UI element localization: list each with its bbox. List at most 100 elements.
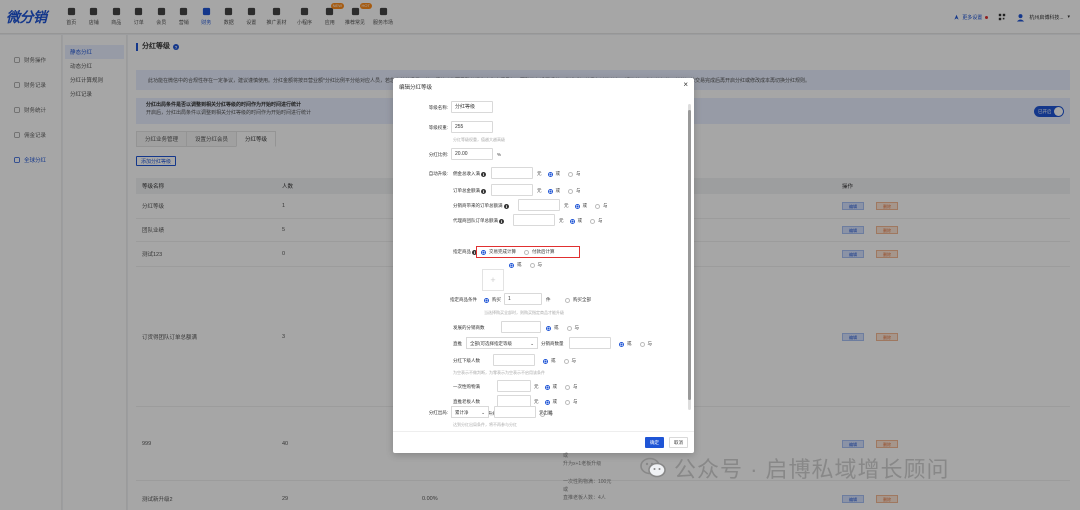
radio-and[interactable] <box>568 171 573 177</box>
radio-or[interactable] <box>569 218 575 224</box>
condition-radio[interactable]: 元或与 <box>564 203 608 209</box>
condition-label-wrap: 佣金总收入满 <box>453 171 486 177</box>
extra-line: 升为x+1老板升级 <box>563 461 602 467</box>
modal-title: 编辑分红等级 <box>399 85 433 91</box>
radio-and[interactable] <box>639 341 645 347</box>
condition-input[interactable] <box>518 199 560 211</box>
condition-radio[interactable]: 元或与 <box>537 188 581 194</box>
radio-and[interactable] <box>565 399 570 405</box>
modal-scrollbar[interactable] <box>688 104 691 410</box>
radio-or[interactable] <box>546 325 551 331</box>
condition-label-wrap: 订单总金额满 <box>453 188 486 194</box>
and-label: 与 <box>647 341 653 346</box>
info-icon <box>499 218 504 224</box>
radio-or[interactable] <box>619 341 624 347</box>
level-weight-input[interactable]: 255 <box>451 121 493 133</box>
radio-and[interactable] <box>565 384 570 390</box>
goods-cond-label: 指定商品条件 <box>450 297 477 302</box>
radio-or[interactable] <box>543 358 548 364</box>
exit-amount-input[interactable] <box>494 406 536 418</box>
info-icon <box>481 188 486 194</box>
ratio-label: 分红比例: <box>428 152 448 157</box>
extra-line: 或 <box>563 487 569 493</box>
radio-or[interactable] <box>547 171 553 177</box>
info-icon <box>481 171 486 177</box>
radio-and[interactable] <box>566 325 572 331</box>
condition-input[interactable] <box>491 184 533 196</box>
condition-label-wrap: 代理商团队订单总额满 <box>453 218 504 224</box>
exit-hint: 达到分红出局条件，将不再参与分红 <box>453 422 517 427</box>
develop-input[interactable] <box>501 321 541 333</box>
condition-input[interactable] <box>513 214 555 226</box>
direct-count-input[interactable] <box>569 337 611 349</box>
close-icon[interactable]: × <box>683 80 688 89</box>
or-label: 或 <box>582 203 588 208</box>
condition-input[interactable] <box>491 167 533 179</box>
direct-level-select[interactable]: 全部(可选择指定等级 ⌄ <box>466 337 538 349</box>
radio-or[interactable] <box>509 262 514 268</box>
boss-or-and-radio[interactable]: 元 或 与 <box>534 399 578 405</box>
extra-line: 一次性购物满：100元 <box>563 479 612 485</box>
radio-buy-all[interactable] <box>565 297 570 303</box>
edit-level-modal: 编辑分红等级 × 等级名称: 分红等级 等级权重: 255 分红等级权重，值越大… <box>393 78 694 453</box>
cancel-button[interactable]: 取消 <box>669 437 688 448</box>
ratio-input[interactable]: 20.00 <box>451 148 493 160</box>
condition-unit: 元 <box>537 171 542 176</box>
direct-select-value: 全部(可选择指定等级 <box>470 341 512 346</box>
ratio-unit: % <box>497 152 502 157</box>
radio-and[interactable] <box>529 262 535 268</box>
radio-or[interactable] <box>574 203 580 209</box>
buy-unit: 件 <box>546 297 551 302</box>
and-label: 与 <box>537 262 543 267</box>
exit-type-select[interactable]: 累计净 ⌄ <box>451 406 489 418</box>
sub-or-and-radio[interactable]: 或 与 <box>543 358 576 364</box>
or-label: 或 <box>555 171 561 176</box>
condition-radio[interactable]: 元或与 <box>559 218 603 224</box>
direct-or-and-radio[interactable]: 或 与 <box>619 341 652 347</box>
and-label: 与 <box>573 384 578 389</box>
and-label: 与 <box>576 171 581 176</box>
watermark-text: 公众号 · 启博私域增长顾问 <box>674 457 950 482</box>
condition-unit: 元 <box>559 218 564 223</box>
and-label: 与 <box>603 203 608 208</box>
buy-quantity-input[interactable]: 1 <box>504 293 542 305</box>
level-weight-hint: 分红等级权重，值越大越高级 <box>453 137 505 142</box>
scrollbar-thumb[interactable] <box>688 110 691 400</box>
radio-or[interactable] <box>544 399 550 405</box>
boss-count-label: 直推老板人数 <box>453 399 480 404</box>
or-label: 或 <box>517 262 522 267</box>
extra-line: 直推老板人数：4人 <box>563 495 606 501</box>
level-weight-label: 等级权重: <box>428 125 448 130</box>
radio-buy[interactable] <box>484 297 489 303</box>
once-unit: 元 <box>534 384 539 389</box>
condition-label: 订单总金额满 <box>453 188 480 193</box>
condition-radio[interactable]: 元或与 <box>537 171 581 177</box>
sub-count-input[interactable] <box>493 354 535 366</box>
level-name-input[interactable]: 分红等级 <box>451 101 493 113</box>
radio-and[interactable] <box>590 218 595 224</box>
buy-all-radio[interactable]: 购买全部 <box>565 297 591 303</box>
goods-label-wrap: 指定商品 <box>453 249 477 255</box>
radio-and[interactable] <box>595 203 600 209</box>
highlight-box <box>476 246 580 258</box>
boss-unit: 元 <box>534 399 539 404</box>
add-goods-upload[interactable]: + <box>482 269 504 291</box>
once-or-and-radio[interactable]: 元 或 与 <box>534 384 578 390</box>
radio-or[interactable] <box>544 384 550 390</box>
develop-or-and-radio[interactable]: 或 与 <box>546 325 579 331</box>
confirm-button[interactable]: 确定 <box>645 437 664 448</box>
extra-line: 或 <box>563 453 569 459</box>
or-label: 或 <box>552 399 558 404</box>
develop-label: 发展的分销商数 <box>453 325 485 330</box>
once-purchase-input[interactable] <box>497 380 531 392</box>
row-999-extra: 或升为x+1老板升级 <box>563 452 601 468</box>
buy-radio[interactable]: 购买 <box>484 297 501 303</box>
goods-or-and-radio[interactable]: 或 与 <box>509 262 542 268</box>
condition-label: 分销商带来的订单总额满 <box>453 203 503 208</box>
radio-or[interactable] <box>547 188 553 194</box>
radio-and[interactable] <box>568 188 573 194</box>
radio-and[interactable] <box>563 358 569 364</box>
buy-all-label: 购买全部 <box>573 297 591 302</box>
row-test2-extra: 一次性购物满：100元或直推老板人数：4人 <box>563 478 611 502</box>
condition-label: 佣金总收入满 <box>453 171 480 176</box>
